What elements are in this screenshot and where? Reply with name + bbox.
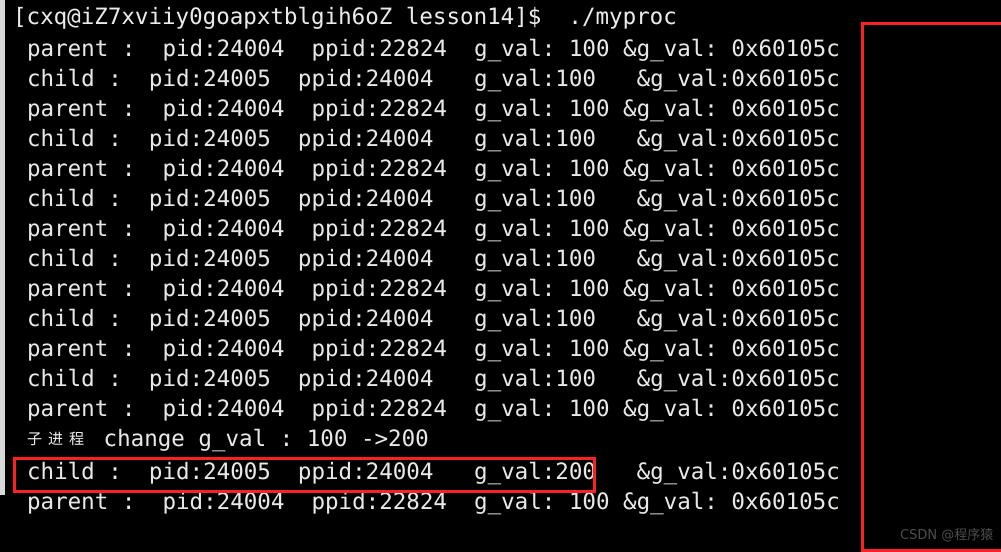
shell-prompt-line: [cxq@iZ7xviiy0goapxtblgih6oZ lesson14]$ … xyxy=(13,4,677,30)
output-line-parent: parent : pid:24004 ppid:22824 g_val: 100… xyxy=(27,96,840,122)
terminal-output[interactable]: [cxq@iZ7xviiy0goapxtblgih6oZ lesson14]$ … xyxy=(5,0,1001,552)
terminal-window: [cxq@iZ7xviiy0goapxtblgih6oZ lesson14]$ … xyxy=(0,0,1001,552)
output-line-parent: parent : pid:24004 ppid:22824 g_val: 100… xyxy=(27,216,840,242)
output-line-parent-after-change: parent : pid:24004 ppid:22824 g_val: 100… xyxy=(27,489,840,515)
output-line-parent: parent : pid:24004 ppid:22824 g_val: 100… xyxy=(27,156,840,182)
output-line-child: child : pid:24005 ppid:24004 g_val:100 &… xyxy=(27,306,840,332)
output-line-child: child : pid:24005 ppid:24004 g_val:100 &… xyxy=(27,186,840,212)
output-line-change: 子进程 change g_val : 100 ->200 xyxy=(27,424,429,454)
output-line-child: child : pid:24005 ppid:24004 g_val:100 &… xyxy=(27,366,840,392)
output-line-child: child : pid:24005 ppid:24004 g_val:100 &… xyxy=(27,126,840,152)
output-line-parent: parent : pid:24004 ppid:22824 g_val: 100… xyxy=(27,36,840,62)
output-line-parent: parent : pid:24004 ppid:22824 g_val: 100… xyxy=(27,276,840,302)
output-line-parent: parent : pid:24004 ppid:22824 g_val: 100… xyxy=(27,336,840,362)
change-message-text: change g_val : 100 ->200 xyxy=(90,426,429,452)
output-line-child: child : pid:24005 ppid:24004 g_val:100 &… xyxy=(27,246,840,272)
chinese-label-child-process: 子进程 xyxy=(27,430,91,448)
output-line-child-after-change: child : pid:24005 ppid:24004 g_val:200 &… xyxy=(27,459,840,485)
output-line-parent: parent : pid:24004 ppid:22824 g_val: 100… xyxy=(27,396,840,422)
output-line-child: child : pid:24005 ppid:24004 g_val:100 &… xyxy=(27,66,840,92)
